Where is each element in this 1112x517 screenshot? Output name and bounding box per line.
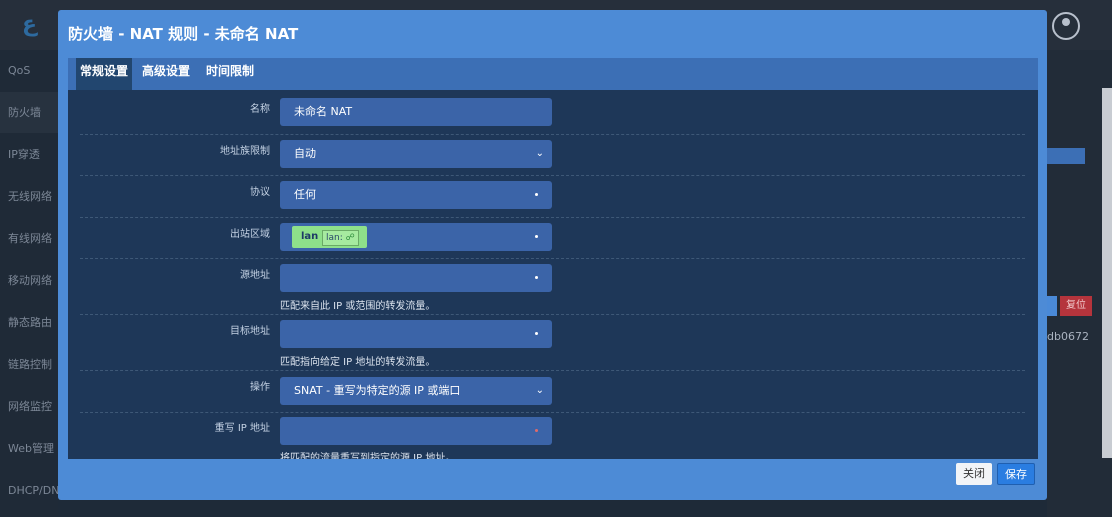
zone-badge-lan: lan lan: ☍ [292,226,367,248]
tab-general[interactable]: 常规设置 [76,58,132,90]
dropdown-dot-icon [535,332,538,335]
protocol-select-value: 任何 [294,188,316,201]
scrollbar[interactable] [1102,88,1112,458]
form-row-protocol: 协议 任何 [80,176,1025,218]
dropdown-dot-icon [535,429,538,432]
family-select[interactable]: 自动 ⌄ [280,140,552,168]
background-reset-button[interactable]: 复位 [1060,296,1092,316]
form-row-destination: 目标地址 匹配指向给定 IP 地址的转发流量。 [80,315,1025,371]
app-logo: ع [22,12,38,37]
save-button[interactable]: 保存 [997,463,1035,485]
dropdown-dot-icon [535,193,538,196]
protocol-select[interactable]: 任何 [280,181,552,209]
rewrite-ip-label: 重写 IP 地址 [214,423,270,434]
form-panel: 名称 未命名 NAT 地址族限制 自动 ⌄ 协议 任何 出站区域 lan lan… [68,90,1038,459]
form-row-action: 操作 SNAT - 重写为特定的源 IP 或端口 ⌄ [80,371,1025,413]
tab-time-limit[interactable]: 时间限制 [202,58,258,90]
name-input[interactable]: 未命名 NAT [280,98,552,126]
destination-hint: 匹配指向给定 IP 地址的转发流量。 [280,357,436,368]
form-row-out-zone: 出站区域 lan lan: ☍ [80,218,1025,259]
zone-interface: lan: ☍ [322,230,359,246]
name-label: 名称 [250,104,270,115]
action-label: 操作 [250,382,270,393]
sidebar-item-wired[interactable]: 有线网络 [0,218,58,259]
source-hint: 匹配来自此 IP 或范围的转发流量。 [280,301,436,312]
action-select-value: SNAT - 重写为特定的源 IP 或端口 [294,384,461,397]
background-text: db0672 [1047,330,1089,343]
background-edit-button[interactable] [1047,296,1057,316]
family-label: 地址族限制 [220,146,270,157]
chevron-down-icon: ⌄ [535,148,544,159]
dropdown-dot-icon [535,276,538,279]
sidebar-item-static-route[interactable]: 静态路由 [0,302,58,343]
sidebar-item-ip-traversal[interactable]: IP穿透 [0,134,58,175]
tab-bar: 常规设置 高级设置 时间限制 [68,58,1038,90]
form-row-family: 地址族限制 自动 ⌄ [80,135,1025,176]
source-label: 源地址 [240,270,270,281]
sidebar: QoS 防火墙 IP穿透 无线网络 有线网络 移动网络 静态路由 链路控制 网络… [0,50,58,517]
form-row-name: 名称 未命名 NAT [80,90,1025,135]
network-plug-icon: ☍ [345,233,355,243]
destination-label: 目标地址 [230,326,270,337]
family-select-value: 自动 [294,147,316,160]
sidebar-item-web[interactable]: Web管理 [0,428,58,469]
out-zone-label: 出站区域 [230,229,270,240]
source-select[interactable] [280,264,552,292]
rewrite-ip-hint: 将匹配的流量重写到指定的源 IP 地址。 [280,453,456,459]
chevron-down-icon: ⌄ [535,385,544,396]
sidebar-item-wireless[interactable]: 无线网络 [0,176,58,217]
sidebar-item-firewall[interactable]: 防火墙 [0,92,58,133]
sidebar-item-dhcp[interactable]: DHCP/DNS [0,470,58,511]
sidebar-item-mobile[interactable]: 移动网络 [0,260,58,301]
rewrite-ip-select[interactable] [280,417,552,445]
close-button[interactable]: 关闭 [956,463,992,485]
background-row-highlight [1047,148,1085,164]
tab-advanced[interactable]: 高级设置 [138,58,194,90]
sidebar-item-monitor[interactable]: 网络监控 [0,386,58,427]
action-select[interactable]: SNAT - 重写为特定的源 IP 或端口 ⌄ [280,377,552,405]
modal-title: 防火墙 - NAT 规则 - 未命名 NAT [68,25,299,43]
destination-select[interactable] [280,320,552,348]
sidebar-item-link-control[interactable]: 链路控制 [0,344,58,385]
form-row-source: 源地址 匹配来自此 IP 或范围的转发流量。 [80,259,1025,315]
nat-rule-modal: 防火墙 - NAT 规则 - 未命名 NAT 常规设置 高级设置 时间限制 名称… [58,10,1047,500]
sidebar-item-qos[interactable]: QoS [0,50,58,91]
out-zone-select[interactable]: lan lan: ☍ [280,223,552,251]
zone-interface-label: lan: [326,233,343,243]
zone-name: lan [301,231,319,242]
form-row-rewrite-ip: 重写 IP 地址 将匹配的流量重写到指定的源 IP 地址。 [80,413,1025,459]
user-avatar-icon[interactable] [1052,12,1080,40]
dropdown-dot-icon [535,235,538,238]
protocol-label: 协议 [250,187,270,198]
